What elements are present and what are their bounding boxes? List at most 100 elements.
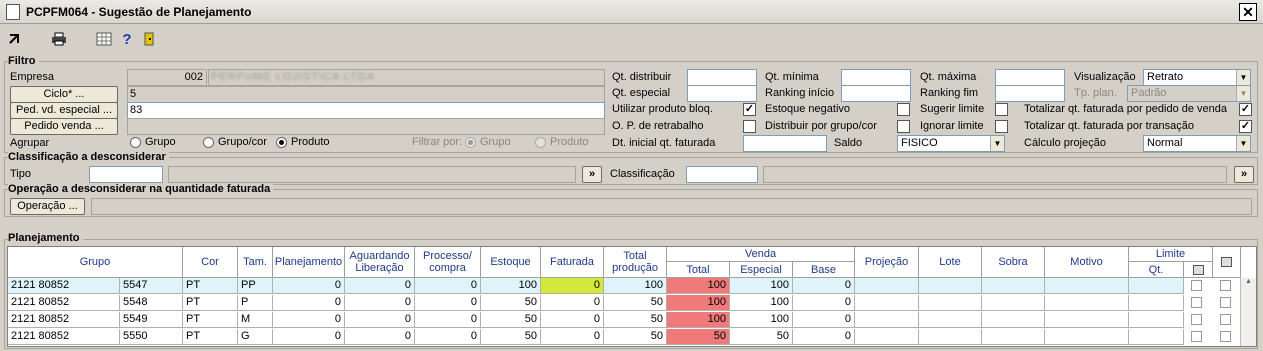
header-limite-qt[interactable]: Qt. <box>1129 262 1184 278</box>
printer-icon[interactable] <box>50 32 68 50</box>
cell-limqt[interactable] <box>1129 329 1184 345</box>
cell-limqt[interactable] <box>1129 295 1184 311</box>
cell-proc[interactable]: 0 <box>415 278 481 294</box>
cell-motivo[interactable] <box>1045 329 1129 345</box>
header-tam[interactable]: Tam. <box>238 247 273 278</box>
operacao-field[interactable] <box>91 198 1252 215</box>
cell-estoque[interactable]: 50 <box>481 312 541 328</box>
agrupar-grupo-radio[interactable] <box>130 137 141 148</box>
cell-fat[interactable]: 0 <box>541 329 604 345</box>
header-lote[interactable]: Lote <box>919 247 982 278</box>
cell-cor[interactable]: PT <box>183 329 238 345</box>
chevron-down-icon[interactable]: ▼ <box>1236 136 1250 151</box>
cell-base[interactable]: 0 <box>793 295 855 311</box>
cell-lote[interactable] <box>919 329 982 345</box>
cell-proj[interactable] <box>855 295 919 311</box>
estoque-negativo-checkbox[interactable] <box>897 103 910 116</box>
cell-proc[interactable]: 0 <box>415 312 481 328</box>
qt-minima-field[interactable] <box>841 69 911 86</box>
cell-tam[interactable]: P <box>238 295 273 311</box>
header-total-producao[interactable]: Total produção <box>604 247 667 278</box>
cell-tam[interactable]: G <box>238 329 273 345</box>
cell-sobra[interactable] <box>982 278 1045 294</box>
cell-plan[interactable]: 0 <box>273 278 345 294</box>
header-venda-base[interactable]: Base <box>793 262 855 278</box>
cell-aguard[interactable]: 0 <box>345 329 415 345</box>
cell-sub[interactable]: 5550 <box>120 329 183 345</box>
cell-motivo[interactable] <box>1045 295 1129 311</box>
cell-totprod[interactable]: 50 <box>604 295 667 311</box>
tipo-more-button[interactable]: » <box>582 166 602 183</box>
cell-especial[interactable]: 100 <box>730 312 793 328</box>
cell-total[interactable]: 50 <box>667 329 730 345</box>
cell-especial[interactable]: 100 <box>730 278 793 294</box>
cell-motivo[interactable] <box>1045 278 1129 294</box>
cell-sub[interactable]: 5548 <box>120 295 183 311</box>
filtrar-produto-radio[interactable] <box>535 137 546 148</box>
agrupar-grupocor-radio[interactable] <box>203 137 214 148</box>
cell-total[interactable]: 100 <box>667 278 730 294</box>
cell-tam[interactable]: M <box>238 312 273 328</box>
header-projecao[interactable]: Projeção <box>855 247 919 278</box>
cell-proj[interactable] <box>855 278 919 294</box>
ignorar-limite-checkbox[interactable] <box>995 120 1008 133</box>
header-cor[interactable]: Cor <box>183 247 238 278</box>
cell-plan[interactable]: 0 <box>273 312 345 328</box>
cell-totprod[interactable]: 100 <box>604 278 667 294</box>
row-select-checkbox[interactable] <box>1220 314 1231 325</box>
header-planejamento[interactable]: Planejamento <box>273 247 345 278</box>
cell-proj[interactable] <box>855 312 919 328</box>
ped-especial-field[interactable]: 83 <box>127 102 605 119</box>
row-select-checkbox[interactable] <box>1220 331 1231 342</box>
cell-fat[interactable]: 0 <box>541 278 604 294</box>
limite-checkbox[interactable] <box>1191 331 1202 342</box>
cell-limqt[interactable] <box>1129 278 1184 294</box>
header-motivo[interactable]: Motivo <box>1045 247 1129 278</box>
cell-cor[interactable]: PT <box>183 278 238 294</box>
ranking-fim-field[interactable] <box>995 85 1065 102</box>
cell-base[interactable]: 0 <box>793 312 855 328</box>
header-select[interactable] <box>1213 247 1241 278</box>
visualizacao-select[interactable]: Retrato ▼ <box>1143 69 1251 86</box>
cell-proc[interactable]: 0 <box>415 295 481 311</box>
cell-lote[interactable] <box>919 312 982 328</box>
cell-especial[interactable]: 50 <box>730 329 793 345</box>
header-venda-especial[interactable]: Especial <box>730 262 793 278</box>
cell-plan[interactable]: 0 <box>273 295 345 311</box>
pedido-venda-button[interactable]: Pedido venda ... <box>10 118 118 135</box>
chevron-down-icon[interactable]: ▼ <box>990 136 1004 151</box>
op-retrabalho-checkbox[interactable] <box>743 120 756 133</box>
cell-sub[interactable]: 5549 <box>120 312 183 328</box>
cell-base[interactable]: 0 <box>793 278 855 294</box>
calculo-select[interactable]: Normal ▼ <box>1143 135 1251 152</box>
header-sobra[interactable]: Sobra <box>982 247 1045 278</box>
exit-icon[interactable] <box>5 32 23 50</box>
tp-plan-select[interactable]: Padrão ▼ <box>1127 85 1251 102</box>
row-select-checkbox[interactable] <box>1220 280 1231 291</box>
qt-maxima-field[interactable] <box>995 69 1065 86</box>
cell-estoque[interactable]: 50 <box>481 329 541 345</box>
cell-grupo[interactable]: 2121 80852 <box>8 329 120 345</box>
tipo-field[interactable] <box>89 166 163 183</box>
operacao-button[interactable]: Operação ... <box>10 198 85 215</box>
totalizar-pedido-checkbox[interactable]: ✓ <box>1239 103 1252 116</box>
saldo-select[interactable]: FISICO ▼ <box>897 135 1005 152</box>
header-processo[interactable]: Processo/ compra <box>415 247 481 278</box>
cell-grupo[interactable]: 2121 80852 <box>8 295 120 311</box>
cell-fat[interactable]: 0 <box>541 312 604 328</box>
cell-base[interactable]: 0 <box>793 329 855 345</box>
cell-total[interactable]: 100 <box>667 312 730 328</box>
header-limite-check[interactable] <box>1184 262 1213 278</box>
agrupar-produto-radio[interactable] <box>276 137 287 148</box>
cell-motivo[interactable] <box>1045 312 1129 328</box>
qt-distribuir-field[interactable] <box>687 69 757 86</box>
cell-proc[interactable]: 0 <box>415 329 481 345</box>
header-faturada[interactable]: Faturada <box>541 247 604 278</box>
cell-sobra[interactable] <box>982 329 1045 345</box>
ciclo-button[interactable]: Ciclo* ... <box>10 86 118 103</box>
calculator-icon[interactable] <box>95 32 113 50</box>
header-aguardando[interactable]: Aguardando Liberação <box>345 247 415 278</box>
door-icon[interactable] <box>140 32 158 50</box>
cell-estoque[interactable]: 100 <box>481 278 541 294</box>
cell-grupo[interactable]: 2121 80852 <box>8 278 120 294</box>
